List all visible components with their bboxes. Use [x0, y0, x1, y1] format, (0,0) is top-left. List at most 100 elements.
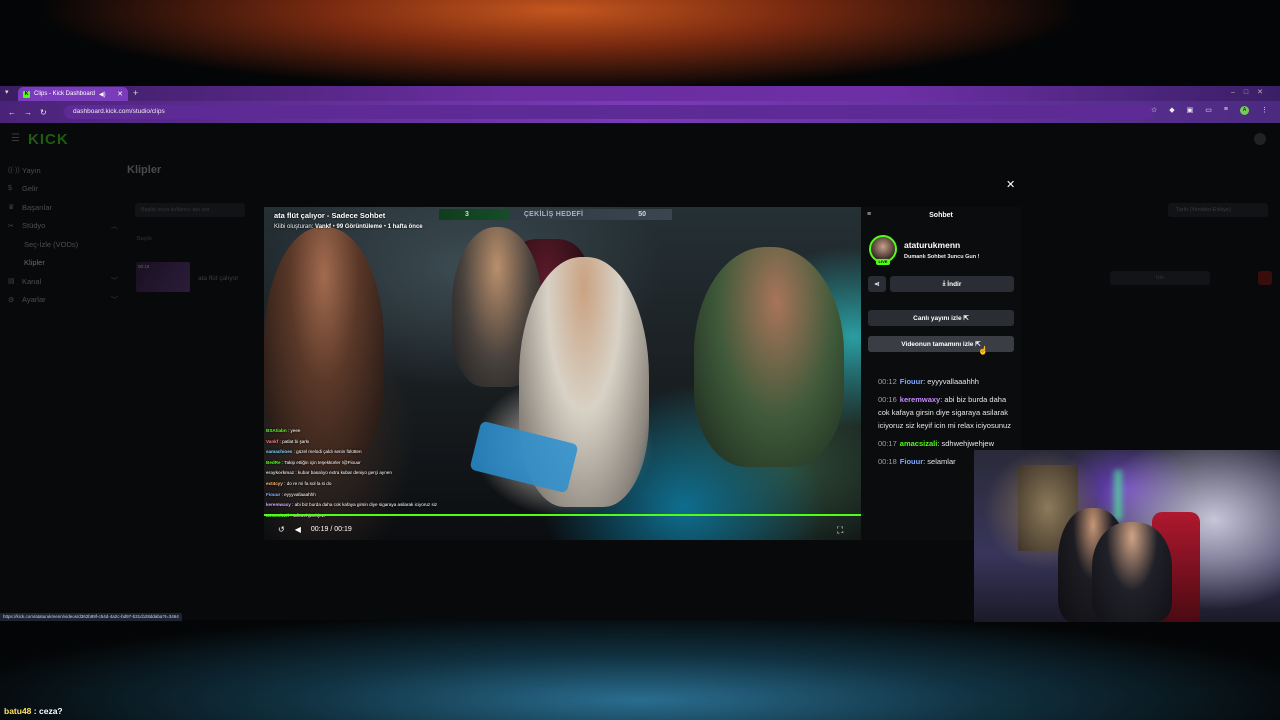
overlay-chat-text: : güzel melodi çaldı senin fülütten: [292, 449, 362, 455]
sidebar-item-label: Ayarlar: [22, 295, 46, 305]
sidebar-item-yayin[interactable]: ((·)) Yayın: [8, 161, 118, 180]
overlay-chat-line: Fiouur : eyyyvallaaahhh: [266, 490, 526, 501]
profile-avatar[interactable]: A: [1240, 106, 1249, 115]
sidebar-item-basarilar[interactable]: ♛ Başarılar: [8, 198, 118, 217]
video-progress-bar[interactable]: [264, 514, 861, 516]
tab-search-icon[interactable]: ▾: [5, 88, 9, 96]
chat-username[interactable]: amacsizali: [900, 439, 938, 448]
chat-text: : sdhwehjwehjew: [937, 439, 995, 448]
chat-timestamp[interactable]: 00:16: [878, 395, 897, 404]
sidebar: ((·)) Yayın $ Gelir ♛ Başarılar ✂ Stüdyo ︿ Se…: [8, 161, 118, 309]
user-avatar[interactable]: [1254, 133, 1266, 145]
search-input[interactable]: Başlık veya kullanıcı adı ara: [135, 203, 245, 217]
trophy-icon: ♛: [8, 204, 15, 212]
sidebar-item-studyo[interactable]: ✂ Stüdyo ︿: [8, 217, 118, 236]
streamer-avatar[interactable]: LIVE: [869, 235, 897, 265]
overlay-chat-text: : patlat bi şarkı: [278, 438, 310, 444]
watch-button[interactable]: İzle: [1110, 271, 1210, 285]
new-tab-icon[interactable]: +: [133, 88, 138, 98]
bookmark-star-icon[interactable]: ☆: [1151, 106, 1157, 115]
forward-icon[interactable]: →: [24, 108, 32, 117]
hamburger-icon[interactable]: ☰: [11, 133, 20, 144]
sidebar-item-klipler[interactable]: Klipler: [8, 254, 118, 273]
sidebar-item-label: Yayın: [22, 165, 41, 175]
sidebar-icon[interactable]: ▭: [1205, 106, 1212, 115]
overlay-chat-username: samachioes: [266, 449, 293, 455]
download-button[interactable]: ⤓ İndir: [890, 276, 1014, 292]
chat-message: 00:17 amacsizali: sdhwehjwehjew: [878, 437, 1016, 450]
clip-creator[interactable]: Vankf: [315, 224, 331, 230]
gear-icon: ⚙: [8, 296, 15, 304]
stream-chat-overlay: BSAtiabn : yeee Vankf : patlat bi şarkı sa…: [266, 426, 526, 521]
collapse-chat-icon[interactable]: ≡: [867, 211, 871, 218]
back-icon[interactable]: ←: [8, 108, 16, 117]
clip-views: 99 Görüntüleme: [336, 224, 383, 230]
clip-duration: 00:19: [138, 264, 150, 269]
chat-username[interactable]: Fiouur: [900, 457, 923, 466]
chat-timestamp[interactable]: 00:17: [878, 439, 897, 448]
sidebar-item-gelir[interactable]: $ Gelir: [8, 180, 118, 199]
overlay-chat-text: : do re mi fa sol la si do: [282, 480, 332, 486]
screen: ▾ K Clips - Kick Dashboard ◀) ✕ + –□✕ ← …: [0, 0, 1280, 720]
chat-text: : eyyyvallaaahhh: [923, 377, 979, 386]
address-bar[interactable]: dashboard.kick.com/studio/clips: [64, 105, 1154, 119]
chat-timestamp[interactable]: 00:12: [878, 377, 897, 386]
clip-thumbnail[interactable]: 00:19: [136, 262, 190, 292]
watch-full-video-button[interactable]: Videonun tamamını izle ⇱: [868, 336, 1014, 352]
watch-live-button[interactable]: Canlı yayını izle ⇱: [868, 310, 1014, 326]
overlay-chat-text: : yeee: [286, 428, 301, 433]
video-player[interactable]: ata flüt çalıyor - Sadece Sohbet Klibi o…: [264, 207, 861, 540]
clip-meta: Klibi oluşturan: Vankf • 99 Görüntüleme …: [274, 224, 423, 230]
overlay-chat-username: Vankf: [266, 438, 279, 444]
video-frame-person: [694, 247, 844, 467]
watch-live-label: Canlı yayını izle: [913, 314, 962, 322]
sidebar-item-ayarlar[interactable]: ⚙ Ayarlar ﹀: [8, 291, 118, 310]
menu-icon[interactable]: ⋮: [1261, 106, 1268, 115]
overlay-chat-text: : eyyyvallaaahhh: [280, 491, 316, 497]
time-display: 00:19 / 00:19: [310, 526, 352, 533]
close-modal-icon[interactable]: ✕: [1006, 178, 1015, 191]
kick-logo[interactable]: KICK: [28, 131, 69, 148]
streamer-name[interactable]: ataturukmenn: [904, 240, 979, 250]
sidebar-item-vods[interactable]: Seç-İzle (VODs): [8, 235, 118, 254]
extensions-puzzle-icon[interactable]: ▣: [1187, 106, 1194, 115]
chat-text: : selamlar: [923, 457, 956, 466]
replay-icon[interactable]: ↺: [278, 525, 285, 534]
browser-tab[interactable]: K Clips - Kick Dashboard ◀) ✕: [18, 87, 128, 101]
overlay-chat-text: : abi biz burda daha cok kafaya girsin d…: [290, 502, 438, 508]
chat-username[interactable]: Fiouur: [900, 377, 923, 386]
reload-icon[interactable]: ↻: [40, 108, 47, 117]
overlay-chat-line: eraykorkmaz : kubar basalıyo extra kubar…: [266, 468, 526, 479]
sidebar-item-kanal[interactable]: ▤ Kanal ﹀: [8, 272, 118, 291]
streamer-info[interactable]: LIVE ataturukmenn Dumanlı Sohbet 3uncu G…: [869, 235, 980, 265]
sidebar-item-label: Kanal: [22, 276, 42, 286]
chat-timestamp[interactable]: 00:18: [878, 457, 897, 466]
window-controls[interactable]: –□✕: [1231, 88, 1272, 96]
kick-favicon-icon: K: [23, 90, 30, 98]
browser-tabstrip: ▾ K Clips - Kick Dashboard ◀) ✕ + –□✕: [0, 86, 1280, 101]
overlay-chat-line: BedRe : Takip ettiğin için teşekkürler !…: [266, 458, 526, 469]
chat-message: 00:12 Fiouur: eyyyvallaaahhh: [878, 375, 1016, 388]
sort-dropdown[interactable]: Tarih (Yeniden-Eskiye): [1168, 203, 1268, 217]
goal-target: 50: [638, 211, 646, 218]
chat-username[interactable]: keremwaxy: [900, 395, 940, 404]
share-button[interactable]: ⋖: [868, 276, 886, 292]
translate-icon[interactable]: ≡: [1224, 106, 1228, 115]
audio-playing-icon[interactable]: ◀): [99, 91, 106, 98]
fullscreen-icon[interactable]: ⛶: [837, 525, 843, 536]
stream-title: Dumanlı Sohbet 3uncu Gun !: [904, 254, 980, 260]
external-link-icon: ⇱: [961, 315, 969, 322]
overlay-chat-line: samachioes : güzel melodi çaldı senin fü…: [266, 447, 526, 458]
dollar-icon: $: [8, 185, 12, 193]
clip-meta-prefix: Klibi oluşturan:: [274, 224, 314, 230]
toolbar-actions: ☆ ◆ ▣ ▭ ≡ A ⋮: [1151, 106, 1268, 115]
delete-button[interactable]: [1258, 271, 1272, 285]
channel-icon: ▤: [8, 278, 15, 286]
chat-username: batu48: [4, 706, 32, 716]
chevron-up-icon: ︿: [111, 222, 118, 230]
extension-icon[interactable]: ◆: [1169, 106, 1174, 115]
overlay-chat-line: ext4cyy : do re mi fa sol la si do: [266, 479, 526, 490]
volume-icon[interactable]: ◀: [295, 525, 301, 534]
close-tab-icon[interactable]: ✕: [117, 90, 123, 98]
goal-label: ÇEKİLİŞ HEDEFİ: [523, 211, 584, 218]
